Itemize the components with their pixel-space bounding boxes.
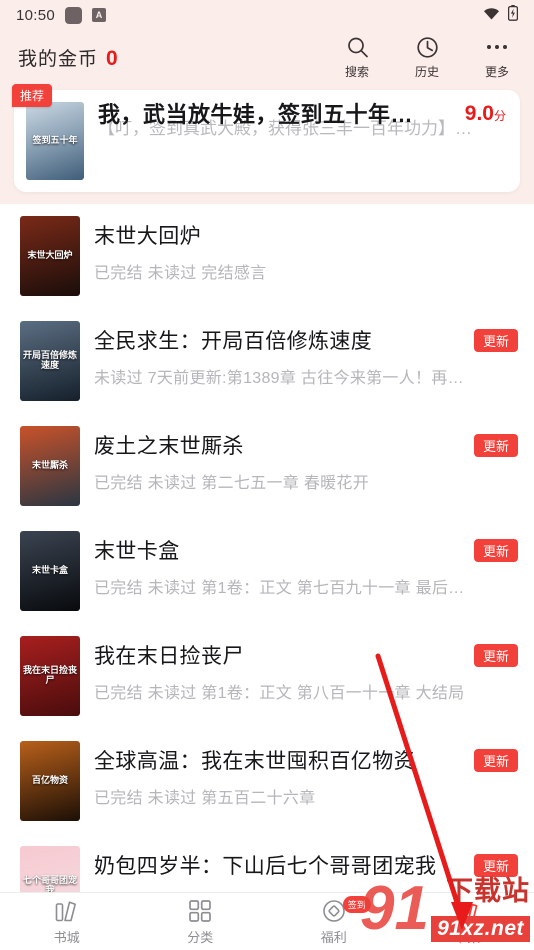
status-bar-clock: 10:50 <box>16 6 56 24</box>
sign-in-badge: 签到 <box>342 895 371 913</box>
tab-bookstore[interactable]: 书城 <box>0 898 134 946</box>
tab-category[interactable]: 分类 <box>134 898 268 946</box>
book-list-item[interactable]: 开局百倍修炼速度 全民求生：开局百倍修炼速度 更新未读过 7天前更新:第1389章 … <box>0 309 534 414</box>
history-button[interactable]: 历史 <box>406 34 448 80</box>
update-badge: 更新 <box>473 748 518 772</box>
featured-section: 推荐 签到五十年 【叮，签到真武大殿，获得张三丰一百年功力】… 我，武当放牛娃，… <box>0 84 534 204</box>
book-list-item[interactable]: 百亿物资 全球高温：我在末世囤积百亿物资 更新已完结 未读过 第五百二十六章 <box>0 729 534 834</box>
featured-cover-title: 签到五十年 <box>32 135 78 146</box>
book-cover-title: 我在末日捡丧尸 <box>22 665 77 685</box>
recommend-badge: 推荐 <box>12 84 53 107</box>
book-cover: 末世大回炉 <box>20 216 80 296</box>
book-title-row: 末世卡盒 更新 <box>94 535 518 565</box>
featured-book-text: 【叮，签到真武大殿，获得张三丰一百年功力】… 我，武当放牛娃，签到五十年… 9.… <box>98 102 506 180</box>
grid-category-icon <box>188 898 212 924</box>
book-info: 废土之末世厮杀 更新已完结 未读过 第二七五一章 春暖花开 <box>94 426 518 493</box>
book-title-row: 奶包四岁半：下山后七个哥哥团宠我 更新 <box>94 850 518 880</box>
header-actions: 搜索 历史 更多 <box>336 34 518 80</box>
tab-bookshelf[interactable]: 书架 <box>401 898 534 946</box>
book-cover: 开局百倍修炼速度 <box>20 321 80 401</box>
tab-category-label: 分类 <box>187 929 214 945</box>
book-subtitle: 已完结 未读过 完结感言 <box>94 265 267 282</box>
book-list: 末世大回炉 末世大回炉 已完结 未读过 完结感言 开局百倍修炼速度 全民求生：开局百倍修… <box>0 204 534 939</box>
book-cover: 末世卡盒 <box>20 531 80 611</box>
book-info: 末世大回炉已完结 未读过 完结感言 <box>94 216 518 283</box>
book-subtitle: 已完结 未读过 第二七五一章 春暖花开 <box>94 475 370 492</box>
book-info: 全球高温：我在末世囤积百亿物资 更新已完结 未读过 第五百二十六章 <box>94 741 518 808</box>
search-button-label: 搜索 <box>344 65 369 79</box>
search-button[interactable]: 搜索 <box>336 34 378 80</box>
update-badge: 更新 <box>473 853 518 877</box>
bottom-tab-bar: 书城 分类 签到 福利 书架 <box>0 892 534 950</box>
book-title: 我在末日捡丧尸 <box>94 645 244 668</box>
book-title-row: 末世大回炉 <box>94 220 518 250</box>
tab-bookstore-label: 书城 <box>53 929 80 945</box>
more-dots-icon <box>487 34 507 60</box>
featured-book-title: 我，武当放牛娃，签到五十年… <box>98 102 414 127</box>
book-cover: 我在末日捡丧尸 <box>20 636 80 716</box>
history-button-label: 历史 <box>414 65 439 79</box>
book-cover-title: 开局百倍修炼速度 <box>22 350 77 370</box>
book-info: 我在末日捡丧尸 更新已完结 未读过 第1卷：正文 第八百一十一章 大结局 <box>94 636 518 703</box>
my-coins[interactable]: 我的金币 0 <box>18 44 118 71</box>
book-title-row: 全民求生：开局百倍修炼速度 更新 <box>94 325 518 355</box>
book-cover-title: 末世厮杀 <box>31 460 68 471</box>
update-badge: 更新 <box>473 433 518 457</box>
book-title: 末世大回炉 <box>94 225 201 248</box>
update-badge: 更新 <box>473 643 518 667</box>
book-info: 奶包四岁半：下山后七个哥哥团宠我 更新 <box>94 846 518 889</box>
book-title: 全球高温：我在末世囤积百亿物资 <box>94 750 415 773</box>
tab-bookshelf-label: 书架 <box>454 929 481 945</box>
book-cover: 末世厮杀 <box>20 426 80 506</box>
book-info: 末世卡盒 更新已完结 未读过 第1卷：正文 第七百九十一章 最后… <box>94 531 518 598</box>
book-cover-title: 末世大回炉 <box>27 250 73 261</box>
bookshelf-icon <box>455 898 479 924</box>
tab-welfare[interactable]: 签到 福利 <box>267 895 401 946</box>
book-info: 全民求生：开局百倍修炼速度 更新未读过 7天前更新:第1389章 古往今来第一人！… <box>94 321 518 388</box>
more-button-label: 更多 <box>484 65 509 79</box>
book-title-row: 全球高温：我在末世囤积百亿物资 更新 <box>94 745 518 775</box>
status-bar-left: 10:50 A <box>16 6 107 24</box>
letter-a-icon: A <box>92 8 107 22</box>
book-subtitle: 未读过 7天前更新:第1389章 古往今来第一人！再… <box>94 370 464 387</box>
book-title: 废土之末世厮杀 <box>94 435 244 458</box>
bookstore-icon <box>54 898 80 924</box>
book-title-row: 我在末日捡丧尸 更新 <box>94 640 518 670</box>
my-coins-label: 我的金币 <box>18 48 99 70</box>
book-cover-title: 百亿物资 <box>31 775 68 786</box>
book-list-item[interactable]: 末世卡盒 末世卡盒 更新 已完结 未读过 第1卷：正文 第七百九十一章 最后… <box>0 519 534 624</box>
update-badge: 更新 <box>473 538 518 562</box>
tab-welfare-label: 福利 <box>320 929 347 945</box>
featured-book-score: 9.0分 <box>465 102 506 126</box>
history-clock-icon <box>416 34 439 60</box>
book-cover: 百亿物资 <box>20 741 80 821</box>
battery-charging-icon <box>507 5 519 25</box>
book-title-row: 废土之末世厮杀 更新 <box>94 430 518 460</box>
featured-score-value: 9.0 <box>464 102 494 125</box>
book-subtitle: 已完结 未读过 第五百二十六章 <box>94 790 316 807</box>
featured-book-card[interactable]: 推荐 签到五十年 【叮，签到真武大殿，获得张三丰一百年功力】… 我，武当放牛娃，… <box>12 84 520 192</box>
book-list-item[interactable]: 末世大回炉 末世大回炉 已完结 未读过 完结感言 <box>0 204 534 309</box>
book-title: 全民求生：开局百倍修炼速度 <box>94 330 373 353</box>
book-list-item[interactable]: 我在末日捡丧尸 我在末日捡丧尸 更新已完结 未读过 第1卷：正文 第八百一十一章 大… <box>0 624 534 729</box>
welfare-circle-icon <box>322 898 346 924</box>
featured-score-unit: 分 <box>493 109 506 123</box>
search-icon <box>346 34 369 60</box>
rounded-square-icon <box>65 6 83 24</box>
book-cover-title: 末世卡盒 <box>31 565 68 576</box>
featured-book-cover: 签到五十年 <box>26 102 84 180</box>
book-subtitle: 已完结 未读过 第1卷：正文 第七百九十一章 最后… <box>94 580 465 597</box>
app-header: 我的金币 0 搜索 历史 更多 <box>0 30 534 90</box>
book-list-item[interactable]: 末世厮杀 废土之末世厮杀 更新已完结 未读过 第二七五一章 春暖花开 <box>0 414 534 519</box>
wifi-icon <box>483 7 500 24</box>
book-subtitle: 已完结 未读过 第1卷：正文 第八百一十一章 大结局 <box>94 685 465 702</box>
more-button[interactable]: 更多 <box>476 34 518 80</box>
book-title: 末世卡盒 <box>94 540 180 563</box>
update-badge: 更新 <box>473 328 518 352</box>
book-title: 奶包四岁半：下山后七个哥哥团宠我 <box>94 855 437 878</box>
status-bar-right <box>483 5 519 25</box>
my-coins-value: 0 <box>106 46 118 70</box>
status-bar: 10:50 A <box>0 0 534 30</box>
